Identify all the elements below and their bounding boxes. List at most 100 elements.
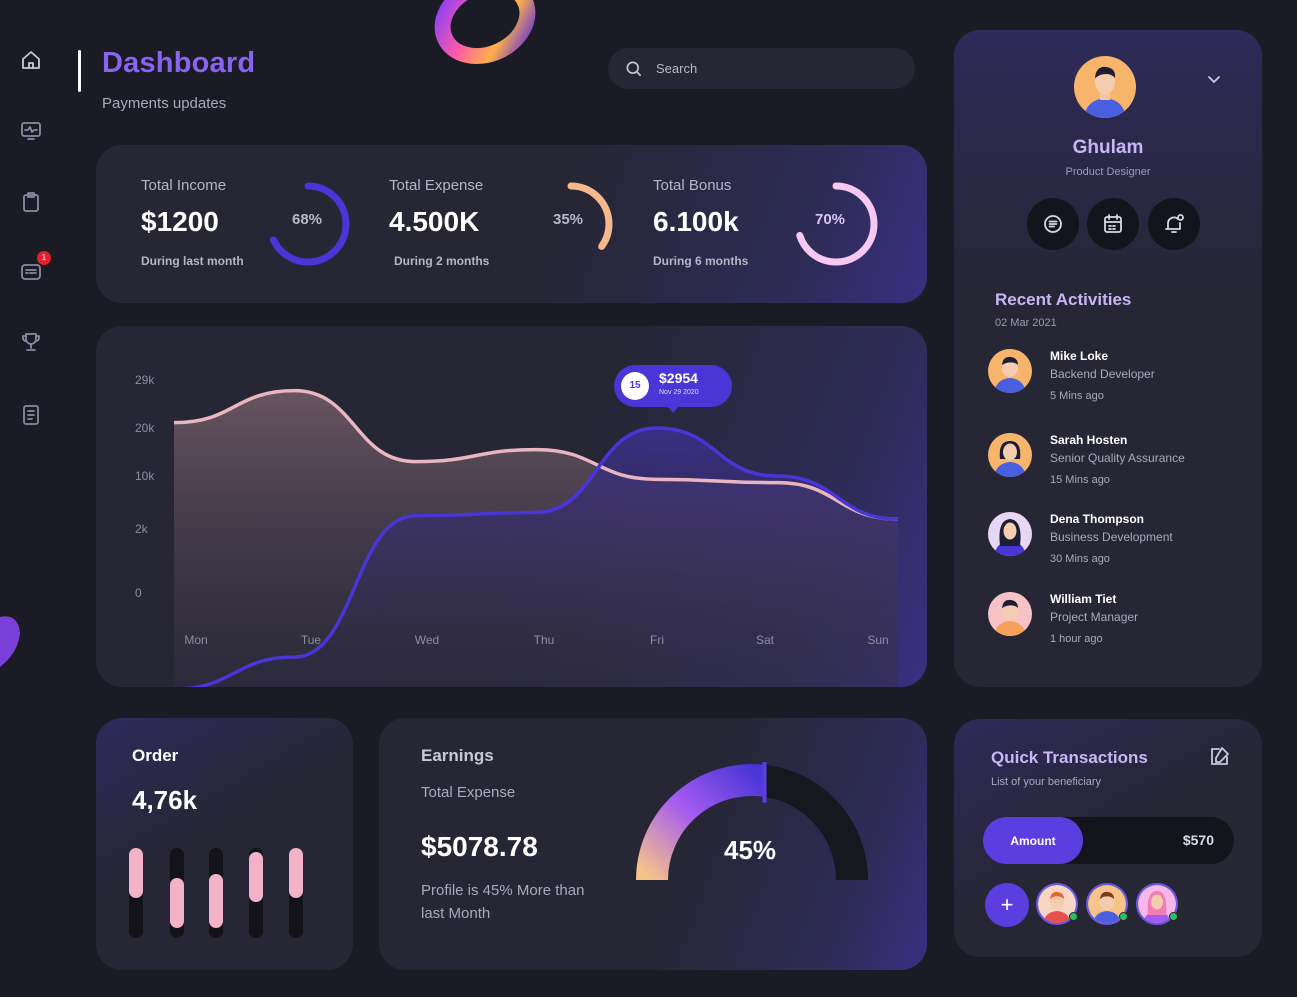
activity-item[interactable]: Mike Loke Backend Developer 5 Mins ago [988, 349, 1248, 409]
title-divider [78, 50, 81, 92]
stat-value-income: $1200 [141, 206, 219, 237]
profile-avatar[interactable] [1074, 56, 1136, 118]
edit-icon [1211, 747, 1229, 765]
calendar-icon [1104, 214, 1122, 233]
activity-name: William Tiet [1050, 592, 1117, 606]
stat-sub-income: During last month [141, 254, 244, 268]
bell-icon [1165, 214, 1184, 233]
order-bar [209, 874, 223, 928]
earnings-title: Earnings [421, 746, 494, 765]
profile-role: Product Designer [1065, 166, 1151, 178]
clipboard-icon[interactable] [17, 188, 45, 216]
amount-button[interactable]: Amount [983, 817, 1083, 864]
order-bar [289, 848, 303, 898]
income-percent: 68% [292, 211, 323, 228]
page-title: Dashboard [102, 47, 256, 79]
tooltip-value: $2954 [659, 370, 698, 386]
x-tick-label: Thu [534, 633, 555, 647]
activity-avatar [988, 433, 1032, 477]
calendar-button[interactable] [1087, 198, 1139, 250]
amount-value: $570 [1182, 832, 1214, 848]
y-tick-label: 2k [135, 522, 149, 536]
quick-transactions-title: Quick Transactions [991, 748, 1148, 767]
search-icon [626, 61, 642, 76]
add-beneficiary-button[interactable]: + [985, 883, 1029, 927]
monitor-icon[interactable] [17, 117, 45, 145]
order-bar-track [209, 848, 223, 938]
order-bar-track [289, 848, 303, 938]
order-bar-track [249, 848, 263, 938]
earnings-subtitle: Total Expense [421, 784, 516, 801]
x-tick-label: Mon [184, 633, 207, 647]
earnings-note: Profile is 45% More than last Month [421, 882, 585, 922]
chevron-down-icon[interactable] [1206, 71, 1222, 87]
activity-item[interactable]: Sarah Hosten Senior Quality Assurance 15… [988, 433, 1248, 493]
tooltip-day: 15 [621, 372, 649, 400]
page-subtitle: Payments updates [102, 95, 227, 112]
stat-sub-bonus: During 6 months [653, 254, 749, 268]
activity-item[interactable]: William Tiet Project Manager 1 hour ago [988, 592, 1248, 652]
activity-avatar [988, 592, 1032, 636]
order-bar [129, 848, 143, 898]
tooltip-date: Nov 29 2020 [659, 389, 699, 396]
search-bar[interactable] [608, 48, 915, 89]
order-bar [249, 852, 263, 902]
activity-role: Business Development [1050, 530, 1173, 544]
order-bar-track [129, 848, 143, 938]
activity-name: Mike Loke [1050, 349, 1109, 363]
stat-sub-expense: During 2 months [394, 254, 490, 268]
earnings-percent: 45% [724, 835, 777, 865]
x-tick-label: Tue [301, 633, 322, 647]
notes-button[interactable] [1027, 198, 1079, 250]
y-tick-label: 29k [135, 373, 155, 387]
activity-role: Project Manager [1050, 610, 1139, 624]
order-bar-track [170, 848, 184, 938]
message-icon[interactable]: 1 [17, 251, 51, 286]
home-icon[interactable] [17, 46, 45, 74]
y-tick-label: 10k [135, 469, 155, 483]
quick-transactions-subtitle: List of your beneficiary [991, 776, 1102, 788]
stat-value-expense: 4.500K [389, 206, 480, 237]
stat-label-bonus: Total Bonus [653, 177, 732, 194]
activity-item[interactable]: Dena Thompson Business Development 30 Mi… [988, 512, 1248, 572]
x-tick-label: Fri [650, 633, 664, 647]
order-value: 4,76k [132, 785, 198, 815]
x-tick-label: Wed [415, 633, 439, 647]
weekly-area-chart: 0 2k 10k 20k 29k Mon Tue Wed Thu Fri Sat Sun [135, 373, 899, 687]
expense-percent: 35% [553, 211, 584, 228]
stat-value-bonus: 6.100k [653, 206, 739, 237]
search-input[interactable] [656, 61, 876, 76]
recent-activities-title: Recent Activities [995, 290, 1132, 309]
edit-button[interactable] [1208, 744, 1232, 768]
y-tick-label: 0 [135, 586, 142, 600]
activity-name: Dena Thompson [1050, 512, 1145, 526]
recent-activities-date: 02 Mar 2021 [995, 317, 1057, 329]
notification-badge: 1 [37, 251, 51, 265]
decorative-ring-image [434, 0, 536, 64]
chart-tooltip: 15 $2954 Nov 29 2020 [614, 365, 732, 413]
profile-name: Ghulam [1072, 137, 1144, 158]
decorative-blob-image [0, 616, 20, 667]
trophy-icon[interactable] [17, 328, 45, 356]
document-icon[interactable] [17, 401, 45, 429]
activity-time: 1 hour ago [1050, 633, 1103, 645]
online-indicator [1119, 912, 1128, 921]
y-tick-label: 20k [135, 421, 155, 435]
order-bar [170, 878, 184, 928]
stat-label-income: Total Income [141, 177, 227, 194]
stat-label-expense: Total Expense [389, 177, 484, 194]
x-tick-label: Sun [867, 633, 888, 647]
activity-time: 15 Mins ago [1050, 474, 1110, 486]
tooltip-pointer [666, 405, 680, 413]
online-indicator [1169, 912, 1178, 921]
online-indicator [1069, 912, 1078, 921]
x-tick-label: Sat [756, 633, 775, 647]
activity-avatar [988, 512, 1032, 556]
activity-name: Sarah Hosten [1050, 433, 1128, 447]
activity-time: 30 Mins ago [1050, 553, 1110, 565]
activity-role: Backend Developer [1050, 367, 1155, 381]
bell-button[interactable] [1148, 198, 1200, 250]
activity-time: 5 Mins ago [1050, 390, 1104, 402]
activity-avatar [988, 349, 1032, 393]
order-title: Order [132, 746, 179, 765]
